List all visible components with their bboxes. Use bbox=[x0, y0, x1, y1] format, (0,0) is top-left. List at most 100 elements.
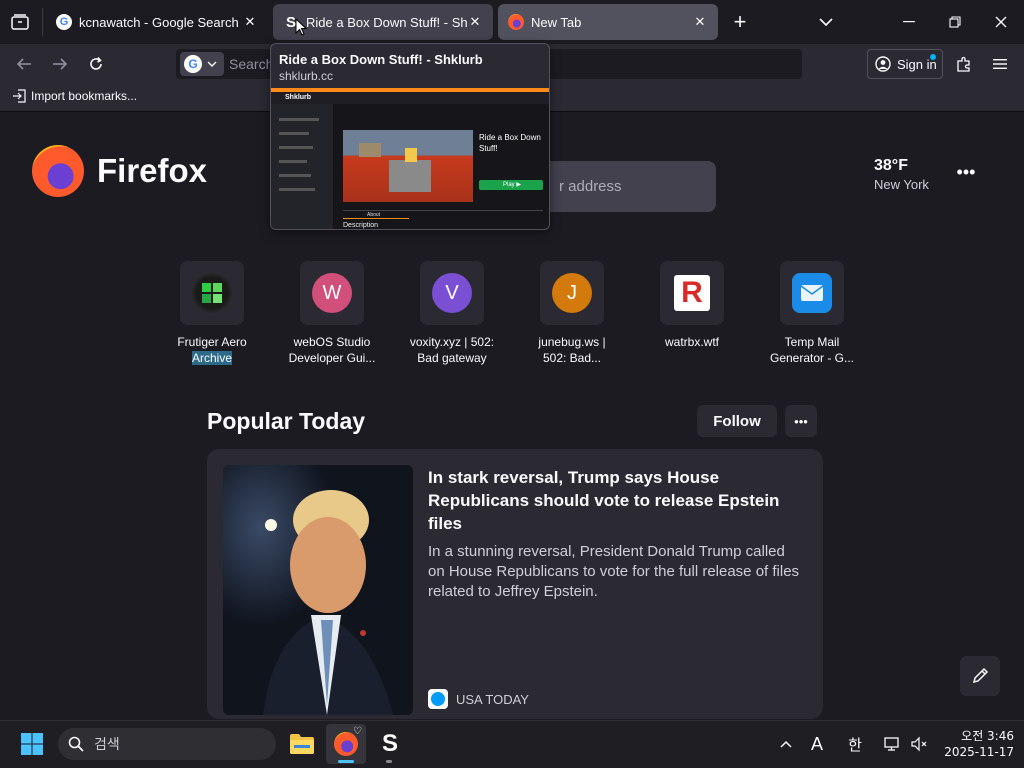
input-mode-button[interactable]: A bbox=[806, 732, 828, 756]
letter-v-icon: V bbox=[432, 273, 472, 313]
back-arrow-icon bbox=[16, 58, 31, 70]
close-tab-icon[interactable]: ✕ bbox=[467, 14, 483, 30]
mail-icon bbox=[792, 273, 832, 313]
windows-logo-icon bbox=[21, 733, 43, 755]
back-button[interactable] bbox=[10, 50, 38, 78]
minimize-button[interactable] bbox=[886, 8, 932, 36]
shortcut-tile[interactable] bbox=[180, 261, 244, 325]
import-bookmarks-button[interactable]: Import bookmarks... bbox=[12, 89, 137, 103]
customize-button[interactable] bbox=[960, 656, 1000, 696]
reload-icon bbox=[90, 56, 102, 70]
google-icon: G bbox=[56, 14, 72, 30]
heart-badge-icon: ♡ bbox=[353, 726, 362, 737]
shortcut-label: junebug.ws | 502: Bad... bbox=[538, 335, 606, 365]
signin-button[interactable]: Sign in bbox=[867, 49, 943, 79]
active-indicator bbox=[338, 760, 354, 763]
restore-button[interactable] bbox=[932, 8, 978, 36]
story-headline[interactable]: In stark reversal, Trump says House Repu… bbox=[428, 466, 800, 535]
shortcut-tile[interactable]: V bbox=[420, 261, 484, 325]
extensions-button[interactable] bbox=[952, 52, 976, 76]
network-button[interactable] bbox=[882, 732, 904, 756]
tab-preview-thumbnail: Shklurb Ride a Box Down Stuff! Play ▶ Ab… bbox=[271, 88, 549, 229]
shortcut-label: webOS Studio Developer Gui... bbox=[288, 335, 376, 365]
tab-new-tab[interactable]: New Tab ✕ bbox=[498, 4, 718, 40]
weather-widget[interactable]: 38°F New York bbox=[874, 157, 929, 192]
taskbar-search-placeholder: 검색 bbox=[94, 737, 120, 753]
shklurb-icon: S bbox=[381, 730, 398, 757]
section-heading: Popular Today bbox=[207, 408, 366, 434]
ime-language-label: 한 bbox=[848, 735, 862, 754]
hamburger-menu-icon bbox=[993, 59, 1007, 69]
taskbar-search-box[interactable]: 검색 bbox=[58, 728, 276, 760]
close-tab-icon[interactable]: ✕ bbox=[242, 14, 258, 30]
weather-temp: 38°F bbox=[874, 157, 908, 174]
volume-button[interactable] bbox=[908, 732, 930, 756]
firefox-icon bbox=[508, 14, 524, 30]
tab-title: kcnawatch - Google Search bbox=[79, 14, 239, 30]
tooltip-url: shklurb.cc bbox=[279, 69, 334, 83]
google-icon: G bbox=[184, 55, 202, 73]
import-icon bbox=[13, 89, 26, 103]
folder-icon bbox=[290, 734, 314, 754]
search-engine-selector[interactable]: G bbox=[180, 52, 224, 76]
close-window-button[interactable] bbox=[978, 8, 1024, 36]
tab-title: Ride a Box Down Stuff! - Shk bbox=[306, 14, 467, 30]
shortcut-tile[interactable]: R bbox=[660, 261, 724, 325]
font-a-icon: A bbox=[810, 733, 823, 754]
taskbar-firefox[interactable]: ♡ bbox=[326, 724, 366, 764]
forward-button[interactable] bbox=[46, 50, 74, 78]
story-image bbox=[223, 465, 413, 715]
chevron-up-icon bbox=[780, 740, 792, 748]
more-options-icon: ••• bbox=[794, 413, 808, 429]
tab-separator bbox=[42, 8, 43, 36]
show-hidden-icons-button[interactable] bbox=[776, 732, 796, 756]
ime-language-button[interactable]: 한 bbox=[844, 732, 866, 756]
follow-button[interactable]: Follow bbox=[697, 405, 777, 437]
shortcut-tile[interactable]: J bbox=[540, 261, 604, 325]
chevron-down-icon bbox=[207, 61, 217, 67]
mouse-cursor-icon bbox=[295, 18, 307, 36]
restore-icon bbox=[949, 16, 961, 28]
monitor-network-icon bbox=[884, 737, 899, 751]
taskbar-shklurb[interactable]: S bbox=[370, 724, 410, 764]
story-card[interactable]: In stark reversal, Trump says House Repu… bbox=[207, 449, 823, 719]
tab-google-search[interactable]: G kcnawatch - Google Search ✕ bbox=[46, 4, 268, 40]
newtab-search-placeholder: r address bbox=[559, 178, 622, 195]
tab-preview-tooltip: Ride a Box Down Stuff! - Shklurb shklurb… bbox=[270, 43, 550, 230]
clock-date: 2025-11-17 bbox=[944, 745, 1014, 759]
thumb-description: Description bbox=[343, 222, 379, 229]
app-menu-button[interactable] bbox=[988, 52, 1012, 76]
close-tab-icon[interactable]: ✕ bbox=[692, 14, 708, 30]
newtab-search-box[interactable]: r address bbox=[540, 161, 716, 212]
reload-button[interactable] bbox=[82, 50, 110, 78]
firefox-logo-icon bbox=[32, 145, 84, 197]
shortcut-label: voxity.xyz | 502: Bad gateway bbox=[409, 335, 495, 365]
shortcut-tile[interactable]: W bbox=[300, 261, 364, 325]
shortcut-tile[interactable] bbox=[780, 261, 844, 325]
list-all-tabs-button[interactable] bbox=[814, 10, 838, 34]
start-button[interactable] bbox=[12, 724, 52, 764]
url-input[interactable]: Search bbox=[229, 56, 273, 72]
section-menu-button[interactable]: ••• bbox=[785, 405, 817, 437]
story-source-label: USA TODAY bbox=[456, 691, 529, 707]
account-icon bbox=[875, 56, 891, 72]
system-clock[interactable]: 오전 3:46 2025-11-17 bbox=[938, 728, 1014, 760]
thumb-play: Play ▶ bbox=[503, 182, 521, 188]
thumb-game-title: Ride a Box Down Stuff! bbox=[479, 133, 541, 153]
tooltip-title: Ride a Box Down Stuff! - Shklurb bbox=[279, 52, 483, 67]
speaker-muted-icon bbox=[911, 736, 927, 752]
weather-menu-button[interactable]: ••• bbox=[954, 160, 978, 184]
forward-arrow-icon bbox=[53, 58, 68, 70]
clock-time: 오전 3:46 bbox=[961, 729, 1014, 743]
close-icon bbox=[995, 16, 1007, 28]
pencil-icon bbox=[972, 667, 989, 684]
windows-orb-icon bbox=[192, 273, 232, 313]
new-tab-button[interactable]: + bbox=[728, 9, 752, 34]
tab-title: New Tab bbox=[531, 14, 582, 30]
firefox-view-button[interactable] bbox=[8, 10, 32, 34]
taskbar-file-explorer[interactable] bbox=[282, 724, 322, 764]
shortcut-label: Temp Mail Generator - G... bbox=[769, 335, 855, 365]
usa-today-logo-icon bbox=[428, 689, 448, 709]
minimize-icon bbox=[903, 21, 915, 23]
thumb-brand: Shklurb bbox=[285, 94, 312, 101]
